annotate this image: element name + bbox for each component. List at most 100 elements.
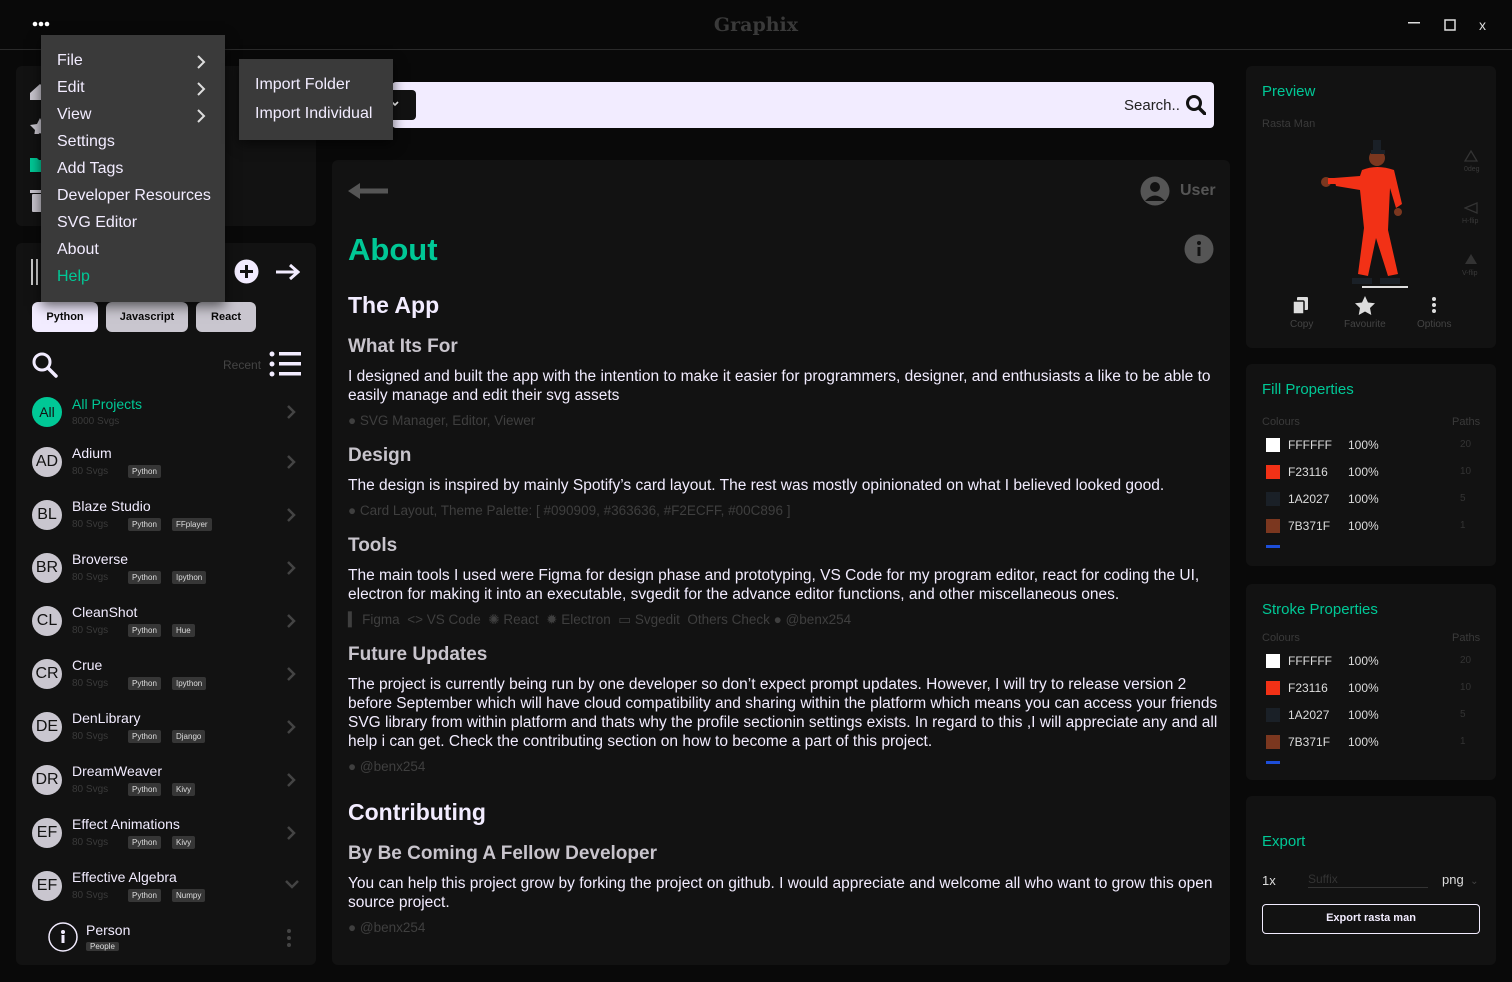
list-item[interactable]: Person People [44, 918, 302, 954]
add-project-icon[interactable] [234, 259, 259, 284]
stroke-title: Stroke Properties [1262, 601, 1378, 618]
tag-chip: Django [172, 730, 206, 743]
search-icon[interactable] [1186, 95, 1206, 115]
colour-opacity[interactable]: 100% [1348, 438, 1379, 452]
options-label[interactable]: Options [1417, 319, 1451, 330]
search-bar[interactable]: Search.. [392, 82, 1214, 128]
sidebar-toggle-icon[interactable] [30, 259, 40, 285]
scale-select[interactable]: 1x [1262, 873, 1276, 888]
colour-swatch[interactable] [1266, 681, 1280, 695]
list-item[interactable]: BL Blaze Studio 80 Svgs Python FFplayer [24, 496, 310, 544]
app-title: Graphix [713, 14, 799, 36]
colour-swatch[interactable] [1266, 708, 1280, 722]
rotate-label: 0deg [1464, 166, 1480, 173]
list-item[interactable]: AD Adium 80 Svgs Python [24, 443, 310, 491]
user-avatar-icon[interactable] [1140, 176, 1170, 206]
menu-item-file[interactable]: File [57, 52, 83, 70]
suffix-input[interactable]: Suffix [1308, 872, 1428, 888]
menu-item-settings[interactable]: Settings [57, 133, 115, 151]
colour-swatch[interactable] [1266, 735, 1280, 749]
favourite-label[interactable]: Favourite [1344, 319, 1386, 330]
colour-swatch[interactable] [1266, 492, 1280, 506]
format-select[interactable]: png ⌄ [1442, 872, 1479, 887]
list-item[interactable]: CR Crue 80 Svgs Python Ipython [24, 655, 310, 703]
tag-react[interactable]: React [196, 302, 256, 332]
list-item[interactable]: DR DreamWeaver 80 Svgs Python Kivy [24, 761, 310, 809]
sidebar-search-icon[interactable] [32, 352, 58, 378]
colour-swatch[interactable] [1266, 654, 1280, 668]
chevron-right-icon[interactable] [286, 560, 296, 576]
page-title: About [348, 232, 438, 267]
chevron-down-icon[interactable] [284, 879, 300, 889]
colour-swatch[interactable] [1266, 438, 1280, 452]
chevron-right-icon [196, 109, 206, 123]
list-item[interactable]: DE DenLibrary 80 Svgs Python Django [24, 708, 310, 756]
menu-item-help[interactable]: Help [57, 268, 90, 286]
colour-opacity[interactable]: 100% [1348, 519, 1379, 533]
menu-item-developer-resources[interactable]: Developer Resources [57, 187, 211, 205]
colour-opacity[interactable]: 100% [1348, 735, 1379, 749]
back-arrow-icon[interactable] [348, 183, 390, 199]
chevron-right-icon[interactable] [286, 454, 296, 470]
list-item[interactable]: CL CleanShot 80 Svgs Python Hue [24, 602, 310, 650]
section-meta[interactable]: ● @benx254 [348, 920, 425, 935]
list-item[interactable]: EF Effect Animations 80 Svgs Python Kivy [24, 814, 310, 862]
user-label[interactable]: User [1180, 182, 1216, 200]
project-name: DenLibrary [72, 710, 141, 726]
colour-opacity[interactable]: 100% [1348, 708, 1379, 722]
list-item[interactable]: BR Broverse 80 Svgs Python Ipython [24, 549, 310, 597]
chevron-right-icon[interactable] [286, 613, 296, 629]
favourite-icon[interactable] [1355, 296, 1375, 315]
colour-swatch[interactable] [1266, 519, 1280, 533]
chevron-right-icon[interactable] [286, 666, 296, 682]
chevron-right-icon[interactable] [286, 719, 296, 735]
menu-item-about[interactable]: About [57, 241, 99, 259]
avatar: EF [32, 871, 62, 901]
list-item[interactable]: All All Projects 8000 Svgs [24, 390, 310, 436]
search-input[interactable]: Search.. [1124, 97, 1180, 114]
colour-opacity[interactable]: 100% [1348, 465, 1379, 479]
recent-sort-label[interactable]: Recent [223, 358, 261, 372]
path-count: 10 [1460, 466, 1472, 477]
list-item[interactable]: EF Effective Algebra 80 Svgs Python Numpy [24, 867, 310, 915]
colour-opacity[interactable]: 100% [1348, 681, 1379, 695]
react-icon: ✺ [488, 612, 500, 627]
rotate-icon[interactable] [1464, 150, 1478, 162]
colour-hex: F23116 [1288, 465, 1328, 479]
avatar: AD [32, 447, 62, 477]
chevron-right-icon[interactable] [286, 825, 296, 841]
v-flip-icon[interactable] [1464, 253, 1478, 265]
chevron-right-icon [196, 55, 206, 69]
menu-item-import-individual[interactable]: Import Individual [255, 105, 372, 123]
chevron-right-icon[interactable] [286, 507, 296, 523]
section-meta[interactable]: ● @benx254 [348, 759, 425, 774]
meta-text: Card Layout, Theme Palette: [ #090909, #… [359, 503, 791, 518]
project-name: DreamWeaver [72, 763, 162, 779]
copy-icon[interactable] [1293, 297, 1309, 315]
colour-swatch[interactable] [1266, 465, 1280, 479]
menu-item-view[interactable]: View [57, 106, 91, 124]
info-icon[interactable] [1184, 234, 1214, 264]
maximize-button[interactable] [1444, 19, 1456, 31]
h-flip-icon[interactable] [1464, 202, 1478, 214]
colour-opacity[interactable]: 100% [1348, 492, 1379, 506]
menu-item-svg-editor[interactable]: SVG Editor [57, 214, 137, 232]
chevron-right-icon[interactable] [286, 772, 296, 788]
minimize-button[interactable] [1408, 22, 1420, 24]
menu-item-edit[interactable]: Edit [57, 79, 85, 97]
list-view-icon[interactable] [269, 351, 301, 377]
arrow-right-icon[interactable] [276, 264, 300, 280]
chevron-right-icon[interactable] [286, 404, 296, 420]
export-button[interactable]: Export rasta man [1262, 904, 1480, 934]
more-options-icon[interactable] [286, 928, 292, 948]
svg-icon: ▭ [618, 612, 632, 627]
copy-label[interactable]: Copy [1290, 319, 1313, 330]
close-button[interactable]: x [1479, 17, 1486, 33]
tag-javascript[interactable]: Javascript [106, 302, 188, 332]
tag-python[interactable]: Python [32, 302, 98, 332]
colour-opacity[interactable]: 100% [1348, 654, 1379, 668]
chevron-down-icon: ⌄ [1467, 876, 1479, 887]
options-icon[interactable] [1431, 296, 1437, 314]
menu-item-import-folder[interactable]: Import Folder [255, 76, 350, 94]
menu-item-add-tags[interactable]: Add Tags [57, 160, 123, 178]
